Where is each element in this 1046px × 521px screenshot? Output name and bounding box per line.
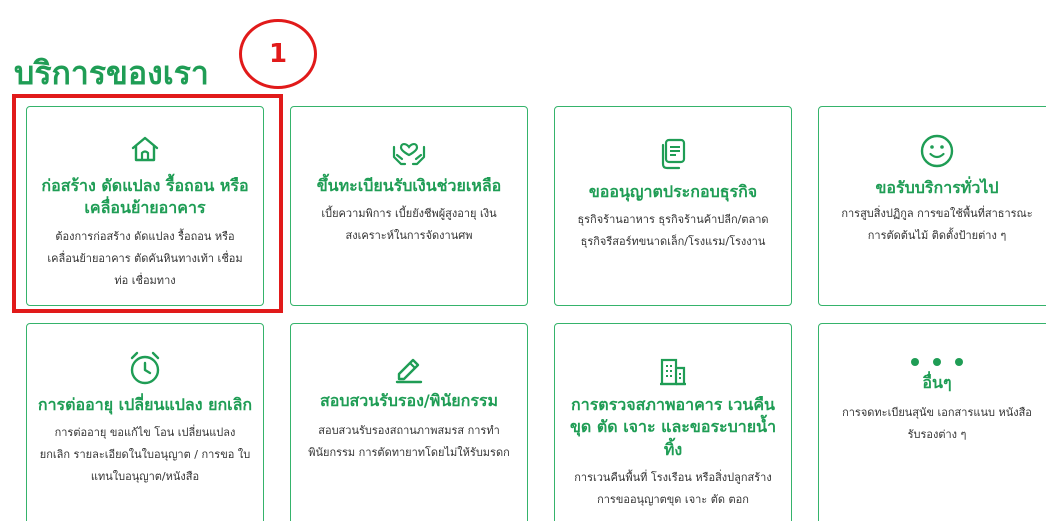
service-card-desc: การต่ออายุ ขอแก้ไข โอน เปลี่ยนแปลง ยกเลิ… xyxy=(39,426,251,484)
callout-marker: 1 xyxy=(239,19,317,89)
service-card-certification[interactable]: สอบสวนรับรอง/พินัยกรรม สอบสวนรับรองสถานภ… xyxy=(290,323,528,521)
service-card-desc: การจดทะเบียนสุนัข เอกสารแนบ หนังสือ รับร… xyxy=(842,406,1032,442)
service-card-title: สอบสวนรับรอง/พินัยกรรม xyxy=(319,391,499,410)
building-icon xyxy=(660,358,686,386)
smile-icon xyxy=(920,134,954,168)
service-card-desc: การสูบสิ่งปฏิกูล การขอใช้พื้นที่สาธารณะ … xyxy=(841,207,1033,243)
service-card-title: อื่นๆ xyxy=(922,373,952,392)
more-dots-icon xyxy=(911,358,963,366)
service-card-title: ขอรับบริการทั่วไป xyxy=(875,178,999,197)
services-page: บริการของเรา 1 ก่อสร้าง ดัดแปลง รื้อถอน … xyxy=(0,0,1046,521)
service-card-construction[interactable]: ก่อสร้าง ดัดแปลง รื้อถอน หรือเคลื่อนย้าย… xyxy=(26,106,264,306)
house-icon xyxy=(131,136,159,162)
page-title: บริการของเรา xyxy=(14,54,209,92)
service-card-desc: สอบสวนรับรองสถานภาพสมรส การทำ พินัยกรรม … xyxy=(308,424,510,460)
service-card-building-inspection[interactable]: การตรวจสภาพอาคาร เวนคืน ขุด ตัด เจาะ และ… xyxy=(554,323,792,521)
service-card-desc: เบี้ยความพิการ เบี้ยยังชีพผู้สูงอายุ เงิ… xyxy=(321,207,497,243)
service-card-title: การตรวจสภาพอาคาร เวนคืน ขุด ตัด เจาะ และ… xyxy=(569,395,777,459)
callout-number: 1 xyxy=(268,39,288,69)
service-card-desc: การเวนคืนพื้นที่ โรงเรือน หรือสิ่งปลูกสร… xyxy=(574,471,772,507)
service-card-general[interactable]: ขอรับบริการทั่วไป การสูบสิ่งปฏิกูล การขอ… xyxy=(818,106,1046,306)
document-icon xyxy=(661,138,686,170)
service-card-title: ก่อสร้าง ดัดแปลง รื้อถอน หรือเคลื่อนย้าย… xyxy=(41,176,249,218)
service-card-renewal[interactable]: การต่ออายุ เปลี่ยนแปลง ยกเลิก การต่ออายุ… xyxy=(26,323,264,521)
pencil-icon xyxy=(395,358,423,384)
service-card-desc: ธุรกิจร้านอาหาร ธุรกิจร้านค้าปลีก/ตลาด ธ… xyxy=(577,213,769,249)
service-card-business-permit[interactable]: ขออนุญาตประกอบธุรกิจ ธุรกิจร้านอาหาร ธุร… xyxy=(554,106,792,306)
service-card-desc: ต้องการก่อสร้าง ดัดแปลง รื้อถอน หรือ เคล… xyxy=(47,229,243,287)
service-card-others[interactable]: อื่นๆ การจดทะเบียนสุนัข เอกสารแนบ หนังสื… xyxy=(818,323,1046,521)
alarm-clock-icon xyxy=(130,351,160,385)
hands-heart-icon xyxy=(392,142,426,166)
service-card-title: ขึ้นทะเบียนรับเงินช่วยเหลือ xyxy=(316,176,502,195)
service-card-title: ขออนุญาตประกอบธุรกิจ xyxy=(588,182,758,201)
service-card-title: การต่ออายุ เปลี่ยนแปลง ยกเลิก xyxy=(37,395,253,414)
service-card-welfare[interactable]: ขึ้นทะเบียนรับเงินช่วยเหลือ เบี้ยความพิก… xyxy=(290,106,528,306)
